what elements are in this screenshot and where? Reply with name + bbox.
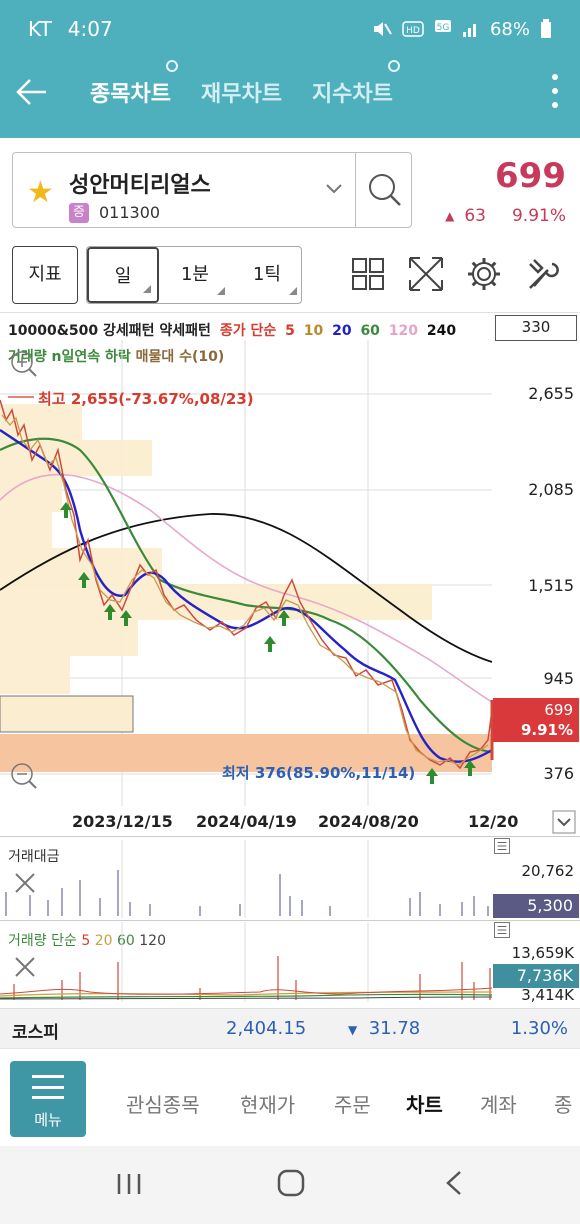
zoom-in-icon[interactable] bbox=[11, 351, 37, 377]
home-icon[interactable] bbox=[276, 1168, 306, 1198]
tab-stock-chart[interactable]: 종목차트 bbox=[90, 60, 178, 108]
amount-max-label: 20,762 bbox=[521, 862, 575, 880]
y-tick: 1,515 bbox=[528, 576, 574, 595]
close-icon[interactable] bbox=[15, 873, 35, 893]
high-annotation: 최고 2,655(-73.67%,08/23) bbox=[38, 390, 254, 408]
battery-level: 68% bbox=[489, 18, 530, 40]
tab-finance-chart[interactable]: 재무차트 bbox=[201, 76, 282, 108]
hamburger-icon bbox=[32, 1075, 64, 1099]
period-selector: 일 1분 1틱 bbox=[86, 246, 302, 304]
badge-dot-icon bbox=[166, 60, 178, 72]
index-ticker[interactable]: 코스피 2,404.15 ▼ 31.78 1.30% bbox=[0, 1008, 580, 1048]
carrier: KT bbox=[28, 17, 52, 41]
close-icon[interactable] bbox=[15, 957, 35, 977]
panel-menu-icon[interactable] bbox=[494, 838, 510, 854]
nav-account[interactable]: 계좌 bbox=[480, 1089, 517, 1118]
indicator-button[interactable]: 지표 bbox=[12, 246, 78, 304]
collapse-chevron-icon[interactable] bbox=[552, 810, 576, 834]
badge-dot-icon bbox=[387, 60, 400, 72]
5g-icon: 5G bbox=[434, 20, 451, 33]
index-change: ▼ 31.78 bbox=[348, 1018, 421, 1039]
nav-chart[interactable]: 차트 bbox=[406, 1089, 443, 1118]
back-arrow-icon[interactable] bbox=[14, 74, 50, 110]
settings-gear-icon[interactable] bbox=[464, 254, 504, 294]
change-percent: 9.91% bbox=[511, 206, 566, 226]
mute-icon bbox=[373, 22, 392, 36]
svg-text:5G: 5G bbox=[437, 23, 450, 33]
chart-tabs: 종목차트 재무차트 지수차트 bbox=[90, 60, 400, 108]
amount-chart bbox=[5, 840, 489, 918]
nav-current-price[interactable]: 현재가 bbox=[240, 1089, 295, 1118]
stock-name: 성안머티리얼스 bbox=[69, 173, 211, 198]
down-triangle-icon: ▼ bbox=[348, 1023, 358, 1037]
search-button[interactable] bbox=[355, 153, 412, 227]
top-bar: KT 4:07 HD 5G 68% 종목차트 재무차트 지수차트 bbox=[0, 0, 580, 138]
count-box[interactable]: 330 bbox=[495, 315, 577, 341]
y-tick: 2,655 bbox=[528, 384, 574, 403]
nav-more[interactable]: 종 bbox=[554, 1089, 572, 1118]
tools-icon[interactable] bbox=[524, 254, 564, 294]
change-amount: 63 bbox=[464, 206, 486, 226]
header: 종목차트 재무차트 지수차트 bbox=[0, 60, 580, 122]
nav-watchlist[interactable]: 관심종목 bbox=[126, 1089, 200, 1118]
y-tick: 2,085 bbox=[528, 480, 574, 499]
period-day[interactable]: 일 bbox=[87, 247, 159, 303]
x-tick: 2024/08/20 bbox=[318, 812, 419, 831]
market-badge: 증 bbox=[69, 203, 89, 223]
index-name: 코스피 bbox=[12, 1023, 59, 1043]
bottom-nav: 메뉴 관심종목 현재가 주문 차트 계좌 종 bbox=[0, 1048, 580, 1146]
volume-min-label: 3,414K bbox=[521, 986, 574, 1004]
chevron-down-icon[interactable] bbox=[325, 179, 343, 197]
more-menu-icon[interactable] bbox=[552, 74, 560, 108]
volume-current-tag: 7,736K bbox=[493, 964, 579, 988]
svg-text:HD: HD bbox=[406, 26, 420, 36]
period-1min[interactable]: 1분 bbox=[159, 247, 231, 303]
volume-max-label: 13,659K bbox=[511, 944, 574, 962]
signal-icon bbox=[462, 24, 476, 37]
nav-order[interactable]: 주문 bbox=[334, 1089, 371, 1118]
clock: 4:07 bbox=[67, 17, 113, 41]
y-tick: 945 bbox=[543, 669, 574, 688]
y-tick: 376 bbox=[543, 764, 574, 783]
amount-current-tag: 5,300 bbox=[493, 894, 579, 918]
search-icon bbox=[369, 174, 401, 206]
index-value: 2,404.15 bbox=[226, 1018, 307, 1039]
stock-selector[interactable]: ★ 성안머티리얼스 증 011300 bbox=[12, 152, 412, 228]
menu-button[interactable]: 메뉴 bbox=[10, 1061, 86, 1137]
price-change: ▲ 63 9.91% bbox=[445, 206, 566, 226]
layout-grid-icon[interactable] bbox=[348, 254, 388, 294]
volume-chart bbox=[0, 922, 492, 1002]
status-bar: KT 4:07 HD 5G 68% bbox=[28, 16, 552, 42]
chart-toolbar: 지표 일 1분 1틱 bbox=[0, 246, 580, 306]
chart-legend-main: 10000&500 강세패턴 약세패턴 종가 단순 5 10 20 60 120… bbox=[8, 323, 457, 339]
x-tick: 2023/12/15 bbox=[72, 812, 173, 831]
x-tick: 2024/04/19 bbox=[196, 812, 297, 831]
battery-icon bbox=[541, 19, 551, 38]
current-price-tag: 699 9.91% bbox=[493, 698, 579, 742]
back-icon[interactable] bbox=[440, 1168, 470, 1198]
tab-index-chart[interactable]: 지수차트 bbox=[312, 60, 400, 108]
system-nav-bar bbox=[0, 1146, 580, 1224]
panel-menu-icon[interactable] bbox=[494, 922, 510, 938]
x-tick: 12/20 bbox=[468, 812, 519, 831]
fullscreen-icon[interactable] bbox=[406, 254, 446, 294]
low-annotation: 최저 376(85.90%,11/14) bbox=[222, 764, 416, 782]
index-change-percent: 1.30% bbox=[510, 1018, 568, 1039]
star-icon[interactable]: ★ bbox=[27, 175, 54, 210]
up-triangle-icon: ▲ bbox=[445, 209, 455, 223]
stock-code: 011300 bbox=[99, 203, 161, 222]
recent-apps-icon[interactable] bbox=[114, 1170, 144, 1198]
hd-icon: HD bbox=[402, 21, 424, 37]
period-1tick[interactable]: 1틱 bbox=[231, 247, 303, 303]
current-price: 699 bbox=[495, 156, 566, 196]
